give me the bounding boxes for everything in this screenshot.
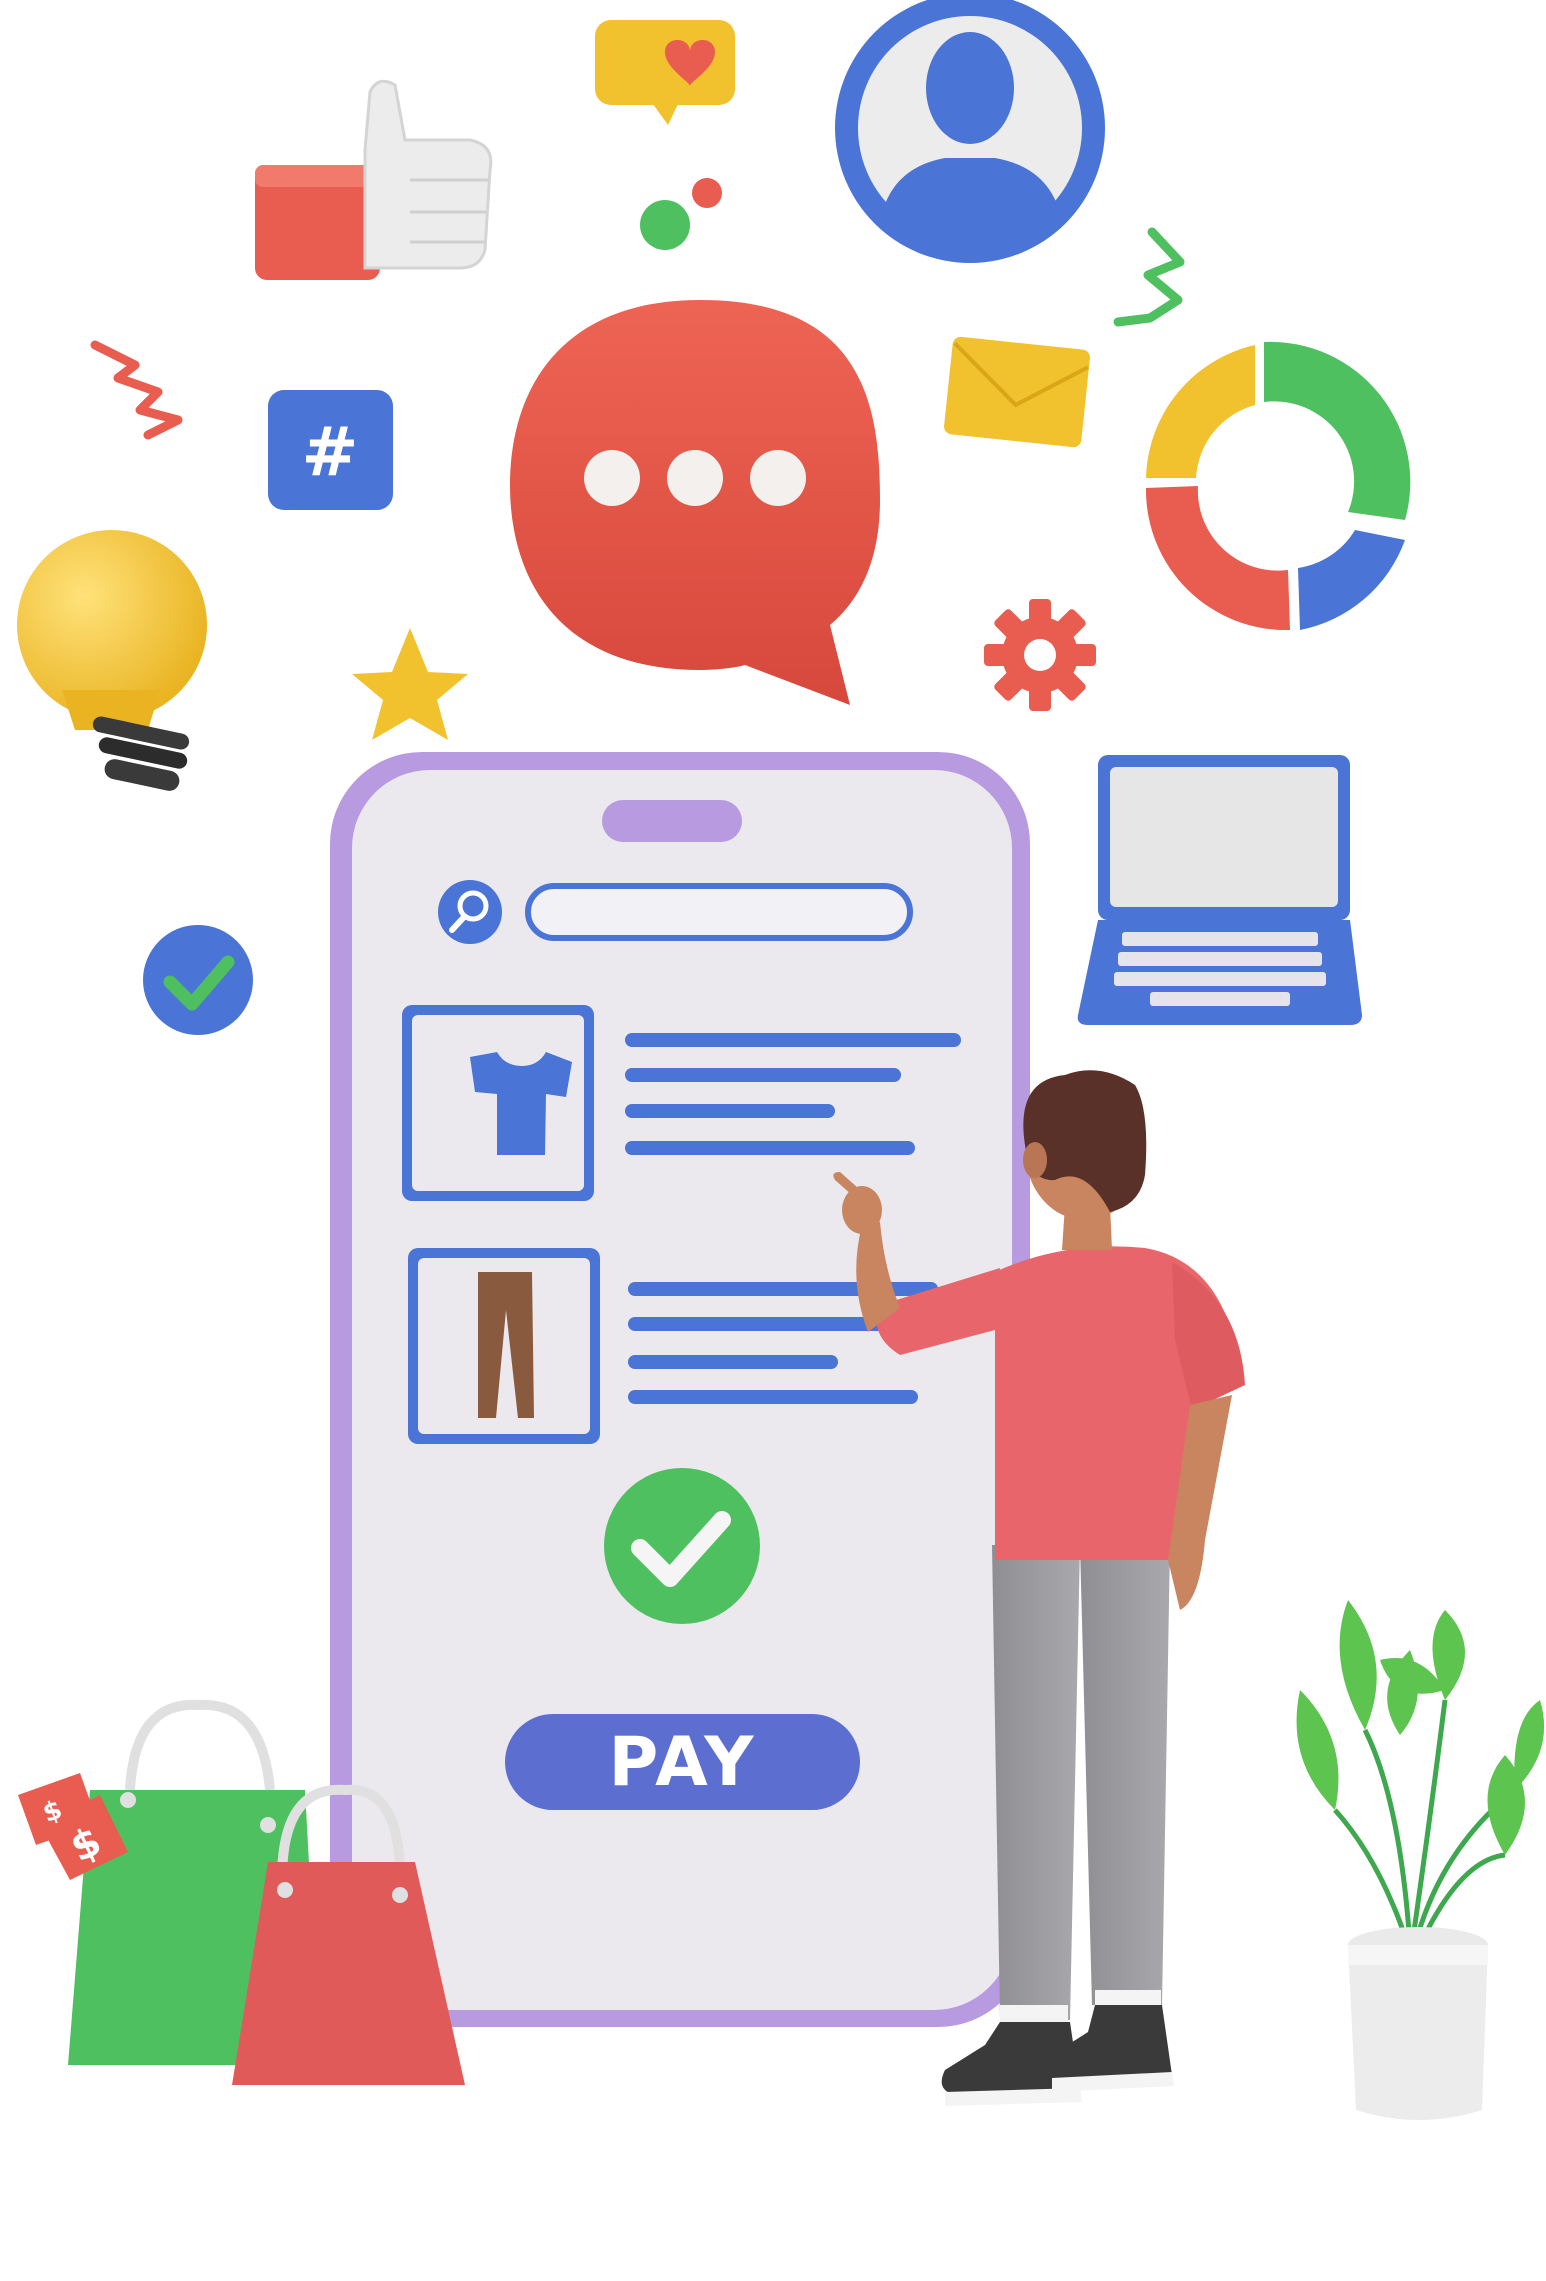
hashtag-icon: # bbox=[268, 390, 393, 510]
success-check-icon bbox=[604, 1468, 760, 1624]
red-dot-icon bbox=[692, 178, 722, 208]
svg-text:#: # bbox=[302, 413, 359, 492]
user-avatar-icon bbox=[835, 0, 1105, 263]
red-squiggle-decoration bbox=[90, 340, 183, 440]
phone-notch bbox=[602, 800, 742, 842]
chat-bubble-icon bbox=[510, 300, 880, 705]
phone-device bbox=[330, 752, 1030, 2027]
check-badge-icon bbox=[143, 925, 253, 1035]
green-squiggle-decoration bbox=[1113, 227, 1185, 327]
donut-chart-icon bbox=[1145, 341, 1411, 631]
search-icon[interactable] bbox=[438, 880, 502, 944]
heart-bubble-icon bbox=[595, 20, 735, 125]
star-icon bbox=[352, 628, 468, 740]
light-bulb-icon bbox=[17, 530, 207, 791]
potted-plant-icon bbox=[1296, 1600, 1545, 2120]
green-dot-icon bbox=[640, 200, 690, 250]
product-card-pants[interactable] bbox=[408, 1248, 600, 1444]
gear-icon bbox=[984, 599, 1096, 711]
illustration-stage: # $ $ PAY bbox=[0, 0, 1546, 2281]
thumbs-up-icon bbox=[255, 79, 493, 280]
envelope-icon bbox=[944, 336, 1090, 448]
laptop-icon bbox=[1077, 755, 1362, 1025]
product-card-tshirt[interactable] bbox=[402, 1005, 594, 1201]
search-input[interactable] bbox=[525, 883, 913, 941]
pay-button[interactable] bbox=[505, 1714, 860, 1810]
